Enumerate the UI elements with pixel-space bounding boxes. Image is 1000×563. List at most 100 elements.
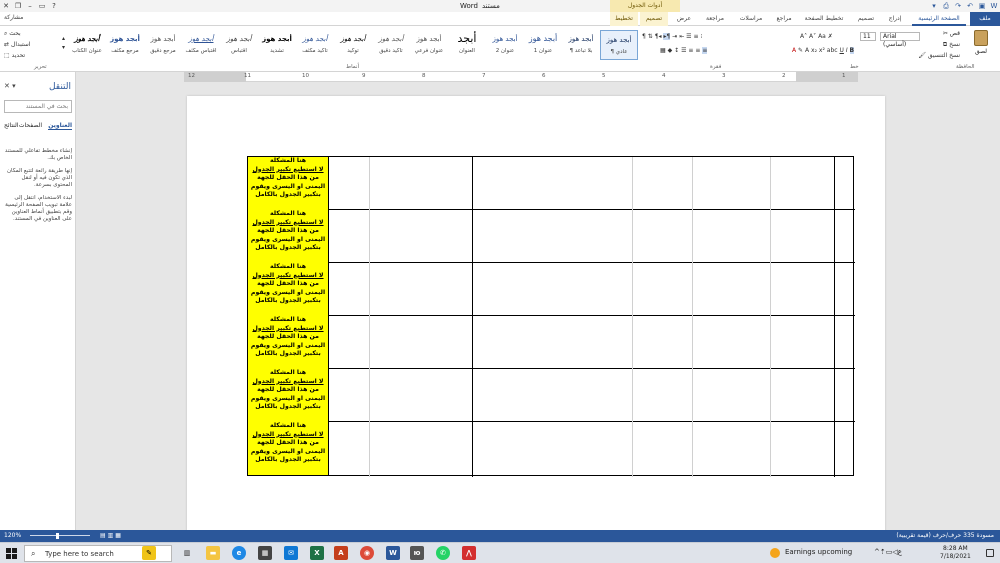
document-page[interactable]: هنا المشكلة لا استطيع تكبير الجدول من هذا … xyxy=(187,96,885,536)
close-icon[interactable]: ✕ ▾ xyxy=(4,82,16,90)
weather-widget[interactable]: Earnings upcoming xyxy=(785,548,852,556)
grow-font-icon[interactable]: A˄ xyxy=(800,33,807,40)
font-size-box[interactable]: 11 xyxy=(860,32,876,41)
highlighted-table-cell[interactable]: هنا المشكلة لا استطيع تكبير الجدول من هذا … xyxy=(248,316,329,369)
document-area[interactable]: هنا المشكلة لا استطيع تكبير الجدول من هذا … xyxy=(77,82,1000,536)
print-layout-icon[interactable]: ▥ xyxy=(108,532,114,539)
undo-icon[interactable]: ↶ xyxy=(964,2,976,10)
table-row[interactable]: هنا المشكلة لا استطيع تكبير الجدول من هذا … xyxy=(248,316,855,369)
table-column-border[interactable] xyxy=(834,157,835,477)
table-column-border[interactable] xyxy=(472,157,473,477)
tab-layout[interactable]: تخطيط الصفحة xyxy=(800,12,848,26)
share-button[interactable]: مشاركة xyxy=(4,14,23,21)
sort-icon[interactable]: ⇅ xyxy=(648,33,653,40)
zoom-level[interactable]: 120% xyxy=(4,532,21,539)
justify-icon[interactable]: ☰ xyxy=(681,47,686,54)
numbered-list-icon[interactable]: ≡ xyxy=(693,33,698,40)
rtl-icon[interactable]: ¶◂ xyxy=(655,33,662,40)
format-painter-button[interactable]: 🖌 نسخ التنسيق xyxy=(918,52,960,59)
align-right-icon[interactable]: ≡ xyxy=(702,47,708,54)
pilcrow-icon[interactable]: ¶ xyxy=(642,33,646,40)
table-row[interactable]: هنا المشكلة لا استطيع تكبير الجدول من هذا … xyxy=(248,263,855,316)
table-gridline[interactable] xyxy=(770,157,771,477)
table-gridline[interactable] xyxy=(632,157,633,477)
highlighted-table-cell[interactable]: هنا المشكلة لا استطيع تكبير الجدول من هذا … xyxy=(248,369,329,422)
ribbon-display-icon[interactable]: ▭ xyxy=(36,0,48,12)
app-icon[interactable]: ю xyxy=(410,546,424,560)
shrink-font-icon[interactable]: A˅ xyxy=(809,33,816,40)
tab-references[interactable]: مراجع xyxy=(770,12,798,26)
tab-design[interactable]: تصميم xyxy=(852,12,880,26)
style-no-spacing[interactable]: أبجد هوز ¶ بلا تباعد xyxy=(562,30,600,60)
style-heading-1[interactable]: أبجد هوز عنوان 1 xyxy=(524,30,562,60)
system-tray[interactable]: ^⇡▭◁ع xyxy=(874,548,902,556)
chevron-up-icon[interactable]: ▴ xyxy=(62,35,65,42)
chrome-icon[interactable]: ◉ xyxy=(360,546,374,560)
paste-button[interactable]: لصق xyxy=(968,30,994,60)
store-icon[interactable]: ▦ xyxy=(258,546,272,560)
replace-button[interactable]: ⇄ استبدال xyxy=(4,41,30,48)
table-row[interactable]: هنا المشكلة لا استطيع تكبير الجدول من هذا … xyxy=(248,157,855,210)
pinned-app-icon[interactable]: ✎ xyxy=(142,546,156,560)
styles-scroll[interactable]: ▴ ▾ xyxy=(62,34,65,52)
style-quote[interactable]: أبجد هوز اقتباس xyxy=(220,30,258,60)
nav-tab-results[interactable]: النتائج xyxy=(4,122,19,129)
center-icon[interactable]: ≡ xyxy=(695,47,700,54)
web-layout-icon[interactable]: ▦ xyxy=(115,532,121,539)
table-row[interactable]: هنا المشكلة لا استطيع تكبير الجدول من هذا … xyxy=(248,369,855,422)
bullet-list-icon[interactable]: ⁝ xyxy=(700,33,702,40)
text-effects-icon[interactable]: A xyxy=(805,47,809,54)
line-spacing-icon[interactable]: ↕ xyxy=(674,47,679,54)
zoom-slider[interactable] xyxy=(30,535,90,536)
table-gridline[interactable] xyxy=(369,157,370,477)
highlighted-table-cell[interactable]: هنا المشكلة لا استطيع تكبير الجدول من هذا … xyxy=(248,263,329,316)
change-case-icon[interactable]: Aa xyxy=(818,33,826,40)
style-intense-quote[interactable]: أبجد هوز اقتباس مكثف xyxy=(182,30,220,60)
nav-tab-pages[interactable]: الصفحات xyxy=(19,122,42,129)
tab-table-design[interactable]: تصميم xyxy=(640,12,668,26)
language-icon[interactable]: ع xyxy=(898,548,902,556)
select-button[interactable]: ⬚ تحديد xyxy=(4,52,25,59)
file-explorer-icon[interactable]: ▬ xyxy=(206,546,220,560)
zoom-slider-knob[interactable] xyxy=(56,533,59,539)
style-heading-2[interactable]: أبجد هوز عنوان 2 xyxy=(486,30,524,60)
close-icon[interactable]: ✕ xyxy=(0,0,12,12)
style-emphasis[interactable]: أبجد هوز توكيد xyxy=(334,30,372,60)
font-color-icon[interactable]: A xyxy=(792,47,796,54)
access-icon[interactable]: A xyxy=(334,546,348,560)
save-icon[interactable]: ▣ xyxy=(976,2,988,10)
highlight-icon[interactable]: ✎ xyxy=(798,47,803,54)
tab-file[interactable]: ملف xyxy=(970,12,1000,26)
style-title[interactable]: أبجد العنوان xyxy=(448,30,486,60)
whatsapp-icon[interactable]: ✆ xyxy=(436,546,450,560)
customize-qat-icon[interactable]: ▾ xyxy=(928,2,940,10)
tab-mailings[interactable]: مراسلات xyxy=(733,12,769,26)
style-intense-emphasis[interactable]: أبجد هوز تأكيد مكثف xyxy=(296,30,334,60)
pdf-reader-icon[interactable]: ⋀ xyxy=(462,546,476,560)
find-button[interactable]: ⌕ بحث xyxy=(4,30,21,38)
borders-icon[interactable]: ▦ xyxy=(660,47,666,54)
task-view-icon[interactable]: ▥ xyxy=(180,546,194,560)
style-subtle-emphasis[interactable]: أبجد هوز تأكيد دقيق xyxy=(372,30,410,60)
copy-button[interactable]: ⧉ نسخ xyxy=(943,41,960,49)
redo-icon[interactable]: ↷ xyxy=(952,2,964,10)
style-intense-reference[interactable]: أبجد هوز مرجع مكثف xyxy=(106,30,144,60)
italic-icon[interactable]: I xyxy=(846,47,848,54)
print-icon[interactable]: ⎙ xyxy=(940,2,952,11)
horizontal-ruler[interactable]: 12 11 10 9 8 7 6 5 4 3 2 1 xyxy=(184,72,858,82)
nav-tab-headings[interactable]: العناوين xyxy=(48,122,72,130)
tab-review[interactable]: مراجعة xyxy=(700,12,730,26)
style-strong[interactable]: أبجد هوز تشديد xyxy=(258,30,296,60)
nav-search-input[interactable]: بحث في المستند xyxy=(4,100,72,113)
decrease-indent-icon[interactable]: ⇤ xyxy=(679,33,684,40)
table-gridline[interactable] xyxy=(692,157,693,477)
ltr-icon[interactable]: ▸¶ xyxy=(663,33,671,40)
weather-icon[interactable] xyxy=(770,548,780,558)
document-table[interactable]: هنا المشكلة لا استطيع تكبير الجدول من هذا … xyxy=(247,156,855,477)
read-mode-icon[interactable]: ▤ xyxy=(100,532,106,539)
word-taskbar-icon[interactable]: W xyxy=(386,546,400,560)
tab-table-layout[interactable]: تخطيط xyxy=(610,12,638,26)
cut-button[interactable]: ✂ قص xyxy=(943,30,960,37)
superscript-icon[interactable]: x² xyxy=(819,47,825,54)
minimize-icon[interactable]: – xyxy=(24,0,36,12)
